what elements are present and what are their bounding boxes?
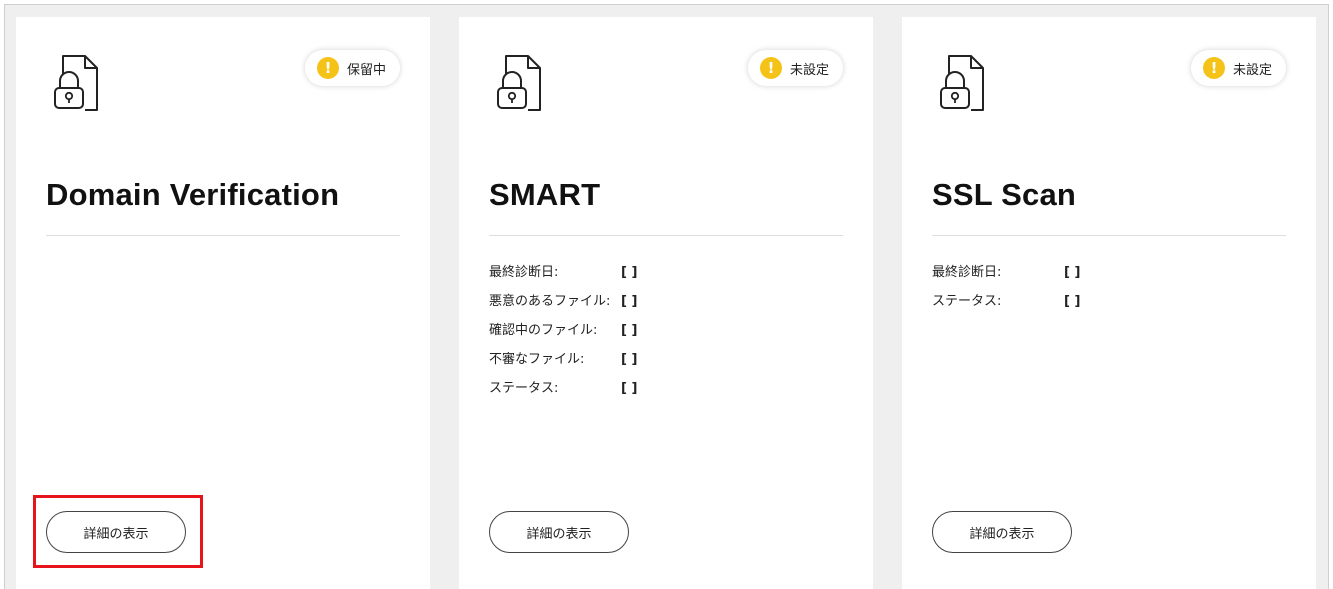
- card-title: SMART: [489, 177, 601, 212]
- info-label: ステータス:: [932, 294, 1002, 309]
- status-badge: ! 未設定: [1190, 50, 1286, 86]
- info-row-files-under-review: 確認中のファイル: [ ]: [489, 320, 749, 342]
- info-row-status: ステータス: [ ]: [932, 291, 1192, 313]
- status-badge-label: 未設定: [1232, 62, 1272, 78]
- card-domain-verification: ! 保留中 Domain Verification 詳細の表示: [16, 17, 430, 589]
- info-row-last-scan: 最終診断日: [ ]: [932, 262, 1192, 284]
- info-label: 最終診断日:: [489, 265, 559, 280]
- info-value: [ ]: [621, 381, 638, 396]
- info-list: 最終診断日: [ ] 悪意のあるファイル: [ ] 確認中のファイル: [ ] …: [489, 262, 749, 407]
- exclamation-icon: !: [316, 57, 339, 79]
- divider: [489, 235, 843, 236]
- status-badge: ! 未設定: [747, 50, 843, 86]
- info-value: [ ]: [621, 323, 638, 338]
- card-ssl-scan: ! 未設定 SSL Scan 最終診断日: [ ] ステータス: [ ] 詳細の…: [902, 17, 1316, 589]
- card-title: SSL Scan: [932, 177, 1077, 212]
- view-details-button[interactable]: 詳細の表示: [489, 511, 629, 553]
- locked-document-icon: [497, 55, 541, 111]
- info-row-malicious-files: 悪意のあるファイル: [ ]: [489, 291, 749, 313]
- info-value: [ ]: [621, 352, 638, 367]
- exclamation-icon: !: [1202, 57, 1225, 79]
- status-badge-label: 保留中: [346, 62, 386, 78]
- locked-document-icon: [940, 55, 984, 111]
- info-label: 確認中のファイル:: [489, 323, 598, 338]
- divider: [932, 235, 1286, 236]
- card-smart: ! 未設定 SMART 最終診断日: [ ] 悪意のあるファイル: [ ] 確認…: [459, 17, 873, 589]
- exclamation-icon: !: [759, 57, 782, 79]
- info-row-status: ステータス: [ ]: [489, 378, 749, 400]
- divider: [46, 235, 400, 236]
- info-value: [ ]: [621, 294, 638, 309]
- card-title: Domain Verification: [46, 177, 340, 212]
- view-details-button[interactable]: 詳細の表示: [932, 511, 1072, 553]
- view-details-button[interactable]: 詳細の表示: [46, 511, 186, 553]
- info-value: [ ]: [1064, 294, 1081, 309]
- info-row-last-scan: 最終診断日: [ ]: [489, 262, 749, 284]
- status-badge-label: 未設定: [789, 62, 829, 78]
- status-badge: ! 保留中: [304, 50, 400, 86]
- info-list: 最終診断日: [ ] ステータス: [ ]: [932, 262, 1192, 320]
- info-label: 不審なファイル:: [489, 352, 585, 367]
- info-label: 最終診断日:: [932, 265, 1002, 280]
- info-row-suspicious-files: 不審なファイル: [ ]: [489, 349, 749, 371]
- locked-document-icon: [54, 55, 98, 111]
- info-label: ステータス:: [489, 381, 559, 396]
- info-value: [ ]: [621, 265, 638, 280]
- info-value: [ ]: [1064, 265, 1081, 280]
- info-label: 悪意のあるファイル:: [489, 294, 611, 309]
